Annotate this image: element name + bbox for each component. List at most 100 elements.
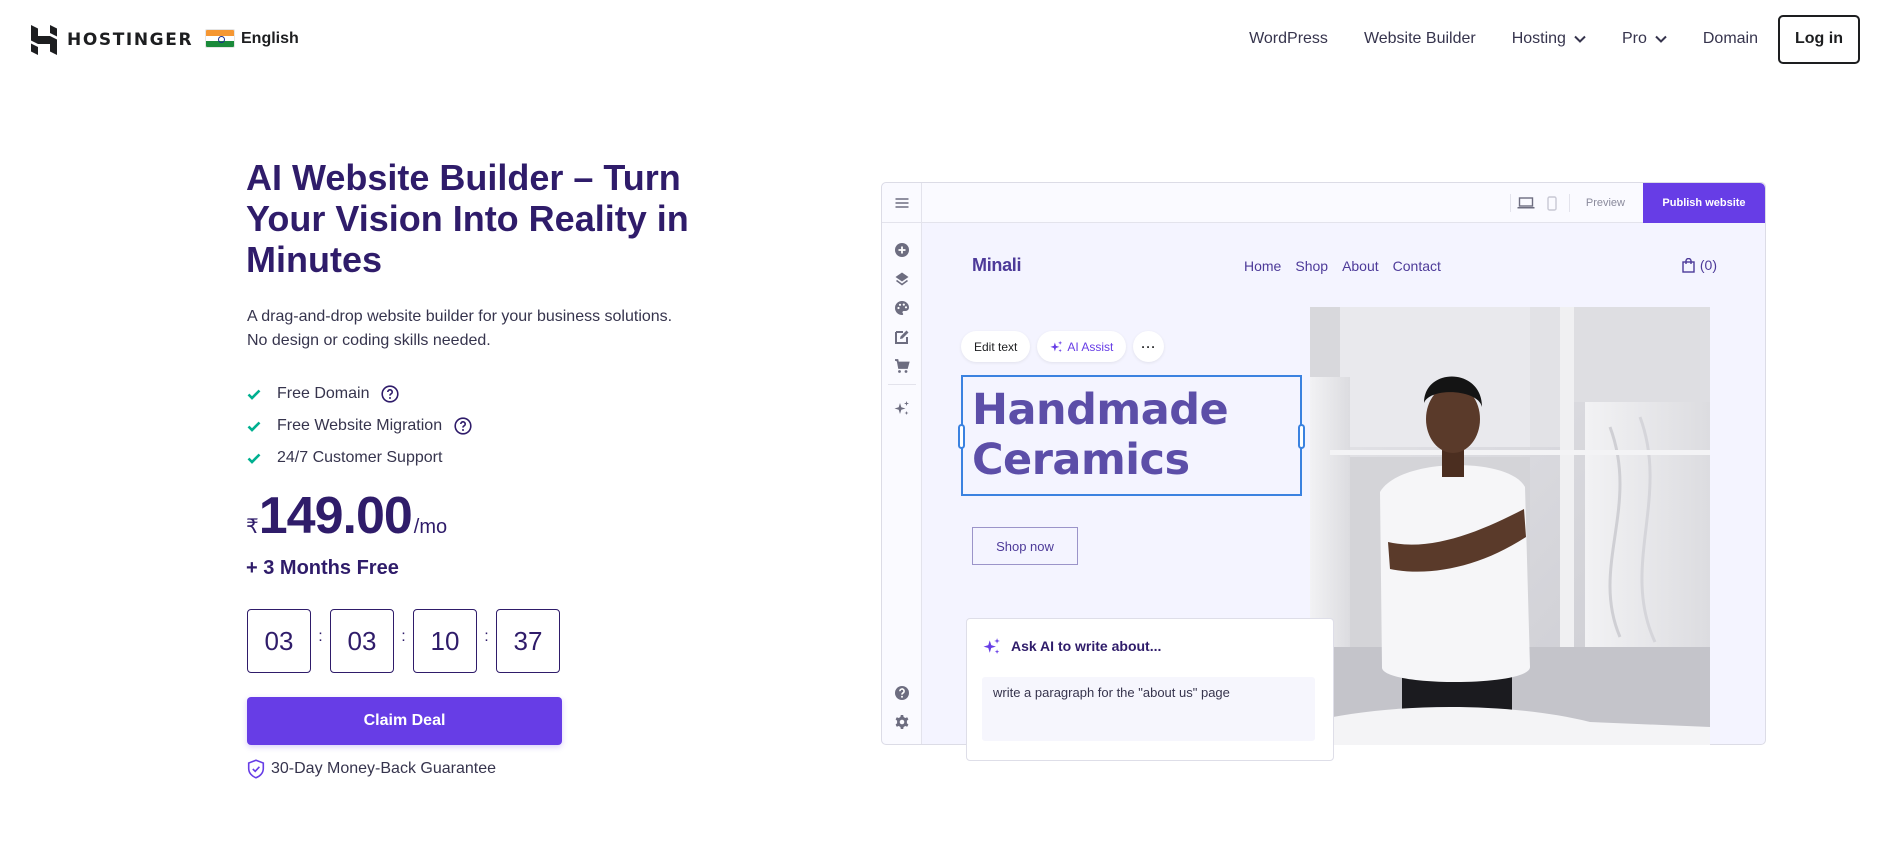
hostinger-logo[interactable]: HOSTINGER <box>31 25 193 55</box>
add-element-button[interactable] <box>882 235 921 264</box>
site-nav-home[interactable]: Home <box>1244 258 1281 274</box>
builder-tools <box>882 223 921 422</box>
settings-button[interactable] <box>882 707 922 736</box>
feature-item: Free Domain <box>247 378 472 410</box>
hamburger-menu-icon <box>895 197 908 208</box>
palette-icon <box>894 300 909 315</box>
check-icon <box>247 421 261 432</box>
hero-subtitle-line-1: A drag-and-drop website builder for your… <box>247 308 673 325</box>
styles-button[interactable] <box>882 293 921 322</box>
site-nav-shop[interactable]: Shop <box>1295 258 1328 274</box>
desktop-icon[interactable] <box>1517 197 1535 209</box>
hero-subtitle-line-2: No design or coding skills needed. <box>247 332 491 349</box>
resize-handle-left[interactable] <box>958 424 965 449</box>
countdown-separator: : <box>401 628 406 645</box>
language-label: English <box>241 29 299 47</box>
nav-domain-label: Domain <box>1702 30 1758 47</box>
divider <box>1568 194 1570 212</box>
shopping-bag-icon <box>1682 257 1695 273</box>
brand-name: HOSTINGER <box>67 30 194 50</box>
countdown-days: 03 <box>247 609 311 673</box>
website-builder-preview: Preview Publish website Minali Home Shop… <box>881 182 1766 761</box>
feature-label: 24/7 Customer Support <box>277 449 443 466</box>
site-nav-about[interactable]: About <box>1342 258 1379 274</box>
preview-button[interactable]: Preview <box>1586 197 1625 209</box>
feature-item: Free Website Migration <box>247 410 472 442</box>
help-button[interactable] <box>882 678 922 707</box>
language-selector[interactable]: English <box>205 29 299 48</box>
feature-item: 24/7 Customer Support <box>247 442 472 474</box>
feature-label: Free Website Migration <box>277 417 443 434</box>
price-currency: ₹ <box>246 516 259 538</box>
nav-domain[interactable]: Domain <box>1703 30 1758 48</box>
money-back-guarantee: 30-Day Money-Back Guarantee <box>247 759 496 779</box>
nav-wordpress-label: WordPress <box>1249 30 1328 47</box>
nav-wordpress[interactable]: WordPress <box>1249 30 1328 48</box>
india-flag-icon <box>205 29 235 48</box>
add-icon <box>894 242 909 257</box>
ai-tools-button[interactable] <box>882 393 921 422</box>
mobile-icon[interactable] <box>1547 195 1557 211</box>
ask-ai-header: Ask AI to write about... <box>983 637 1161 655</box>
nav-website-builder-label: Website Builder <box>1363 30 1476 47</box>
device-switcher: Preview <box>1509 183 1625 223</box>
help-icon <box>895 685 909 700</box>
price-period: /mo <box>413 516 448 538</box>
main-nav: WordPress Website Builder Hosting Pro Do… <box>1249 14 1882 64</box>
claim-deal-button[interactable]: Claim Deal <box>247 697 562 745</box>
site-heading-line-2: Ceramics <box>972 435 1190 485</box>
store-button[interactable] <box>882 351 921 380</box>
layers-icon <box>895 272 908 285</box>
ask-ai-title: Ask AI to write about... <box>1011 638 1162 654</box>
ai-sparkle-icon <box>983 638 1000 654</box>
ai-sparkle-icon <box>1050 340 1063 353</box>
bonus-offer: + 3 Months Free <box>246 557 399 579</box>
hero-subtitle: A drag-and-drop website builder for your… <box>247 305 767 353</box>
more-options-button[interactable]: ··· <box>1133 331 1165 362</box>
hostinger-logo-icon <box>31 25 57 55</box>
hero-photo-ceramicist <box>1310 307 1710 745</box>
site-nav-contact[interactable]: Contact <box>1393 258 1441 274</box>
chevron-down-icon <box>1574 35 1586 43</box>
layers-button[interactable] <box>882 264 921 293</box>
site-heading-line-1: Handmade <box>972 385 1229 435</box>
check-icon <box>247 389 261 400</box>
ai-assist-label: AI Assist <box>1067 339 1114 354</box>
resize-handle-right[interactable] <box>1298 424 1305 449</box>
chevron-down-icon <box>1655 35 1667 43</box>
edit-text-button[interactable]: Edit text <box>961 331 1031 362</box>
builder-sidebar <box>882 183 922 744</box>
help-circle-icon[interactable] <box>454 417 472 435</box>
settings-icon <box>895 714 909 729</box>
countdown-minutes: 10 <box>413 609 477 673</box>
cart-icon <box>894 358 910 373</box>
selected-text-element[interactable]: Handmade Ceramics <box>958 375 1305 496</box>
ai-assist-button[interactable]: AI Assist <box>1037 331 1127 362</box>
countdown-separator: : <box>318 628 323 645</box>
site-logo[interactable]: Minali <box>972 255 1022 276</box>
sidebar-bottom <box>882 678 922 736</box>
countdown-timer: 03 : 03 : 10 : 37 <box>247 609 560 673</box>
countdown-separator: : <box>484 628 489 645</box>
pages-button[interactable] <box>882 322 921 351</box>
divider <box>887 384 916 385</box>
site-cart[interactable]: (0) <box>1682 257 1717 273</box>
nav-hosting[interactable]: Hosting <box>1512 30 1586 48</box>
help-circle-icon[interactable] <box>381 385 400 403</box>
site-header: HOSTINGER English WordPress Website Buil… <box>0 0 1882 78</box>
ai-prompt-input[interactable]: write a paragraph for the "about us" pag… <box>982 677 1315 741</box>
divider <box>1509 194 1511 212</box>
shield-check-icon <box>247 759 265 779</box>
publish-website-button[interactable]: Publish website <box>1643 183 1765 223</box>
ask-ai-card: Ask AI to write about... write a paragra… <box>966 618 1334 761</box>
builder-topbar: Preview Publish website <box>882 183 1765 223</box>
shop-now-button[interactable]: Shop now <box>972 527 1078 565</box>
check-icon <box>247 453 261 464</box>
price: ₹ 149.00 /mo <box>246 488 447 544</box>
nav-pro-label: Pro <box>1621 30 1647 47</box>
login-button[interactable]: Log in <box>1778 14 1860 64</box>
nav-website-builder[interactable]: Website Builder <box>1364 30 1476 48</box>
feature-list: Free Domain Free Website Migration 24/7 … <box>247 378 472 474</box>
nav-pro[interactable]: Pro <box>1622 30 1667 48</box>
menu-button[interactable] <box>882 183 921 223</box>
